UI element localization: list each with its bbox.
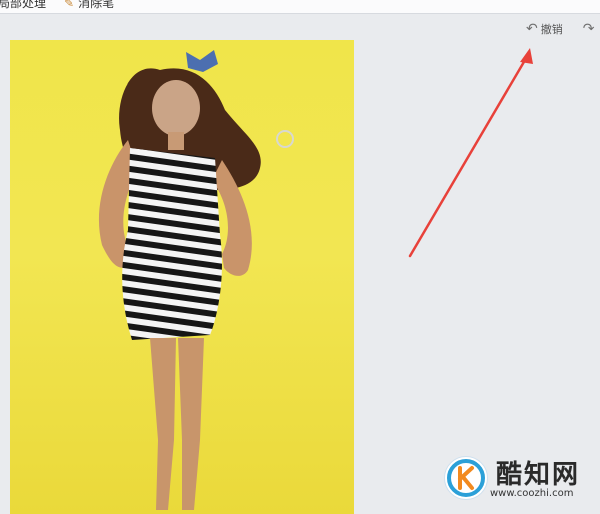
photo-figure: [98, 50, 261, 510]
undo-redo-bar: ↶ 撤销 ↷: [522, 18, 600, 40]
toolbar-item-label: 消除笔: [78, 0, 115, 10]
brush-cursor-ring: [276, 130, 294, 148]
undo-button[interactable]: ↶ 撤销: [522, 19, 567, 39]
undo-arrow-icon: ↶: [526, 21, 538, 37]
toolbar-item-local-process[interactable]: 局部处理: [0, 0, 46, 11]
redo-button[interactable]: ↷: [583, 22, 595, 36]
toolbar-item-label: 局部处理: [0, 0, 47, 10]
coozhi-logo-icon: [444, 456, 488, 500]
undo-label: 撤销: [540, 23, 563, 36]
watermark-name: 酷知网: [496, 460, 581, 490]
photo-canvas[interactable]: [10, 40, 354, 514]
redo-arrow-icon: ↷: [582, 21, 595, 37]
top-toolbar: 局部处理 ✎ 消除笔: [0, 0, 600, 14]
toolbar-item-eraser-pen[interactable]: ✎ 消除笔: [64, 0, 114, 11]
pencil-icon: ✎: [64, 0, 75, 10]
watermark-url: www.coozhi.com: [490, 488, 574, 499]
watermark: 酷知网 www.coozhi.com: [440, 450, 600, 510]
